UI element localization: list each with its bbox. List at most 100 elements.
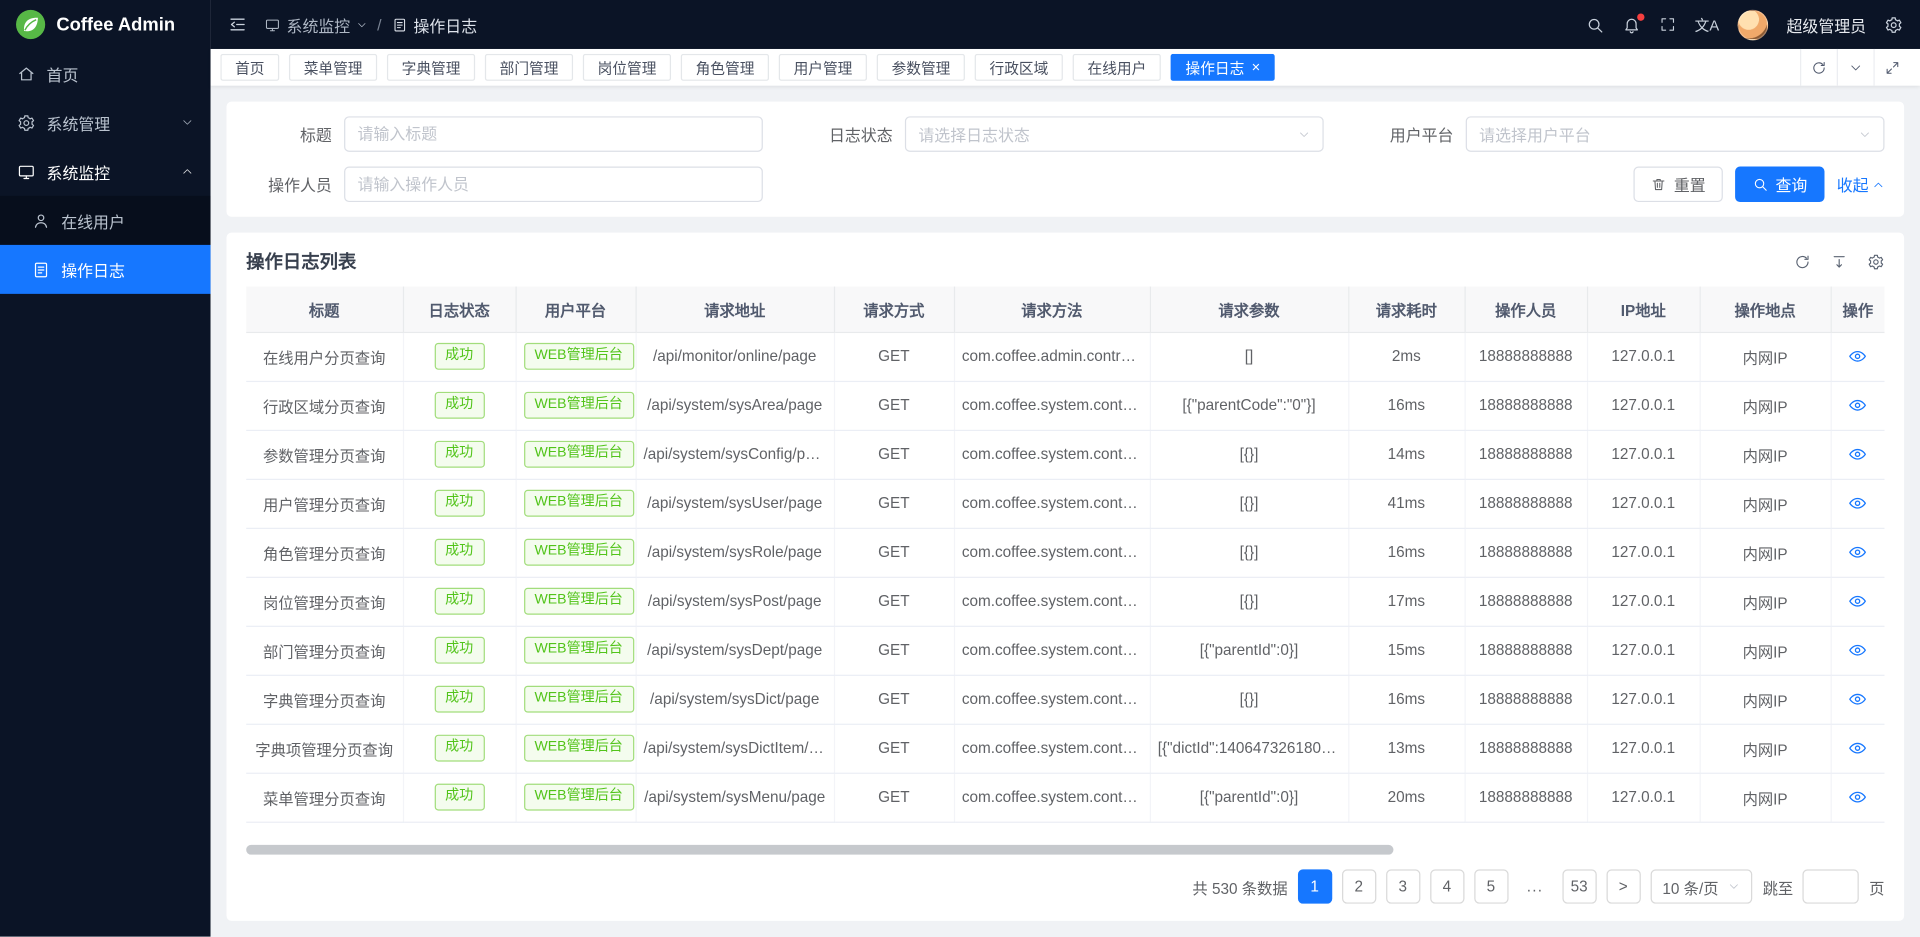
operation-log-table: 标题日志状态用户平台请求地址请求方式请求方法请求参数请求耗时操作人员IP地址操作… bbox=[246, 287, 1884, 823]
collapse-filters-link[interactable]: 收起 bbox=[1837, 173, 1885, 196]
platform-badge: WEB管理后台 bbox=[523, 392, 633, 418]
language-switch-icon[interactable]: 文A bbox=[1695, 14, 1720, 35]
tab-close-icon[interactable]: × bbox=[1252, 60, 1261, 75]
search-button[interactable]: 查询 bbox=[1735, 167, 1824, 203]
top-header: 系统监控 / 操作日志 文 bbox=[211, 0, 1920, 49]
tab-item[interactable]: 首页 bbox=[220, 54, 279, 81]
view-detail-icon[interactable] bbox=[1848, 444, 1868, 464]
fullscreen-icon[interactable] bbox=[1659, 16, 1676, 33]
jump-page-input[interactable] bbox=[1803, 869, 1859, 903]
view-detail-icon[interactable] bbox=[1848, 689, 1868, 709]
cell-status: 成功 bbox=[403, 528, 516, 577]
table-refresh-icon[interactable] bbox=[1794, 253, 1811, 270]
cell-status: 成功 bbox=[403, 479, 516, 528]
view-detail-icon[interactable] bbox=[1848, 591, 1868, 611]
tabs-dropdown-button[interactable] bbox=[1837, 49, 1874, 86]
tab-item[interactable]: 用户管理 bbox=[779, 54, 867, 81]
sidebar-item-system-management[interactable]: 系统管理 bbox=[0, 98, 211, 147]
cell-action bbox=[1831, 724, 1885, 773]
column-settings-icon[interactable] bbox=[1867, 253, 1884, 270]
app-logo: Coffee Admin bbox=[0, 0, 211, 49]
tab-item[interactable]: 部门管理 bbox=[485, 54, 573, 81]
cell-operator: 18888888888 bbox=[1464, 626, 1586, 675]
cell-ip: 127.0.0.1 bbox=[1587, 724, 1700, 773]
tab-item[interactable]: 操作日志× bbox=[1171, 54, 1275, 81]
page-button-3[interactable]: 3 bbox=[1386, 869, 1420, 903]
settings-gear-icon[interactable] bbox=[1884, 15, 1902, 33]
page-button-4[interactable]: 4 bbox=[1430, 869, 1464, 903]
cell-status: 成功 bbox=[403, 626, 516, 675]
reset-button[interactable]: 重置 bbox=[1633, 167, 1722, 203]
page-button-2[interactable]: 2 bbox=[1342, 869, 1376, 903]
cell-status: 成功 bbox=[403, 724, 516, 773]
tab-item[interactable]: 在线用户 bbox=[1073, 54, 1161, 81]
cell-status: 成功 bbox=[403, 773, 516, 822]
cell-status: 成功 bbox=[403, 675, 516, 724]
page-button-1[interactable]: 1 bbox=[1297, 869, 1331, 903]
cell-url: /api/system/sysDict/page bbox=[636, 675, 834, 724]
operator-filter-input[interactable] bbox=[344, 167, 763, 203]
page-size-select[interactable]: 10 条/页 bbox=[1650, 869, 1753, 903]
sidebar-item-operation-log[interactable]: 操作日志 bbox=[0, 245, 211, 294]
view-detail-icon[interactable] bbox=[1848, 542, 1868, 562]
page-button-5[interactable]: 5 bbox=[1474, 869, 1508, 903]
tab-item[interactable]: 岗位管理 bbox=[583, 54, 671, 81]
tabs-refresh-button[interactable] bbox=[1800, 49, 1837, 86]
cell-params: [{"parentId":0}] bbox=[1150, 773, 1348, 822]
tab-item[interactable]: 菜单管理 bbox=[289, 54, 377, 81]
view-detail-icon[interactable] bbox=[1848, 396, 1868, 416]
cell-location: 内网IP bbox=[1700, 332, 1831, 381]
select-placeholder: 请选择用户平台 bbox=[1479, 122, 1590, 145]
cell-duration: 20ms bbox=[1348, 773, 1464, 822]
next-page-button[interactable]: > bbox=[1606, 869, 1640, 903]
page-ellipsis[interactable]: ... bbox=[1518, 869, 1552, 903]
cell-title: 用户管理分页查询 bbox=[246, 479, 403, 528]
page-button-53[interactable]: 53 bbox=[1562, 869, 1596, 903]
view-detail-icon[interactable] bbox=[1848, 640, 1868, 660]
cell-ip: 127.0.0.1 bbox=[1587, 479, 1700, 528]
sidebar-collapse-button[interactable] bbox=[228, 15, 248, 35]
sidebar-item-system-monitor[interactable]: 系统监控 bbox=[0, 147, 211, 196]
cell-location: 内网IP bbox=[1700, 724, 1831, 773]
cell-duration: 16ms bbox=[1348, 675, 1464, 724]
platform-filter-select[interactable]: 请选择用户平台 bbox=[1466, 116, 1885, 152]
coffee-logo-icon bbox=[15, 9, 47, 41]
username[interactable]: 超级管理员 bbox=[1787, 13, 1867, 36]
chevron-down-icon bbox=[1849, 61, 1862, 74]
notification-bell-icon[interactable] bbox=[1622, 15, 1640, 33]
cell-ip: 127.0.0.1 bbox=[1587, 577, 1700, 626]
user-avatar[interactable] bbox=[1738, 9, 1769, 40]
view-detail-icon[interactable] bbox=[1848, 493, 1868, 513]
scrollbar-thumb[interactable] bbox=[246, 845, 1393, 855]
column-header: 请求方法 bbox=[954, 287, 1150, 332]
search-icon[interactable] bbox=[1586, 15, 1604, 33]
tab-label: 菜单管理 bbox=[304, 57, 363, 78]
tab-label: 参数管理 bbox=[892, 57, 951, 78]
tab-item[interactable]: 字典管理 bbox=[387, 54, 475, 81]
sidebar-item-online-users[interactable]: 在线用户 bbox=[0, 196, 211, 245]
tab-item[interactable]: 角色管理 bbox=[681, 54, 769, 81]
view-detail-icon[interactable] bbox=[1848, 738, 1868, 758]
cell-operator: 18888888888 bbox=[1464, 528, 1586, 577]
tab-item[interactable]: 参数管理 bbox=[877, 54, 965, 81]
cell-params: [] bbox=[1150, 332, 1348, 381]
main-area: 系统监控 / 操作日志 文 bbox=[211, 0, 1920, 937]
cell-platform: WEB管理后台 bbox=[516, 381, 636, 430]
cell-platform: WEB管理后台 bbox=[516, 675, 636, 724]
view-detail-icon[interactable] bbox=[1848, 347, 1868, 367]
tab-item[interactable]: 行政区域 bbox=[975, 54, 1063, 81]
header-actions: 文A 超级管理员 bbox=[1586, 9, 1903, 40]
content-fullscreen-button[interactable] bbox=[1873, 49, 1910, 86]
row-height-icon[interactable] bbox=[1831, 253, 1848, 270]
cell-duration: 16ms bbox=[1348, 528, 1464, 577]
view-detail-icon[interactable] bbox=[1848, 787, 1868, 807]
sidebar-item-home[interactable]: 首页 bbox=[0, 49, 211, 98]
chevron-down-icon bbox=[1859, 128, 1871, 140]
search-icon bbox=[1752, 176, 1768, 192]
title-filter-input[interactable] bbox=[344, 116, 763, 152]
platform-filter-label: 用户平台 bbox=[1368, 122, 1454, 145]
status-filter-select[interactable]: 请选择日志状态 bbox=[905, 116, 1324, 152]
breadcrumb-parent[interactable]: 系统监控 bbox=[264, 13, 367, 36]
tab-list: 首页 菜单管理 字典管理部门管理岗位管理角色管理用户管理 参数管理 行政区域在线用户操作… bbox=[220, 54, 1800, 81]
log-row: 行政区域分页查询成功WEB管理后台/api/system/sysArea/pag… bbox=[246, 381, 1884, 430]
